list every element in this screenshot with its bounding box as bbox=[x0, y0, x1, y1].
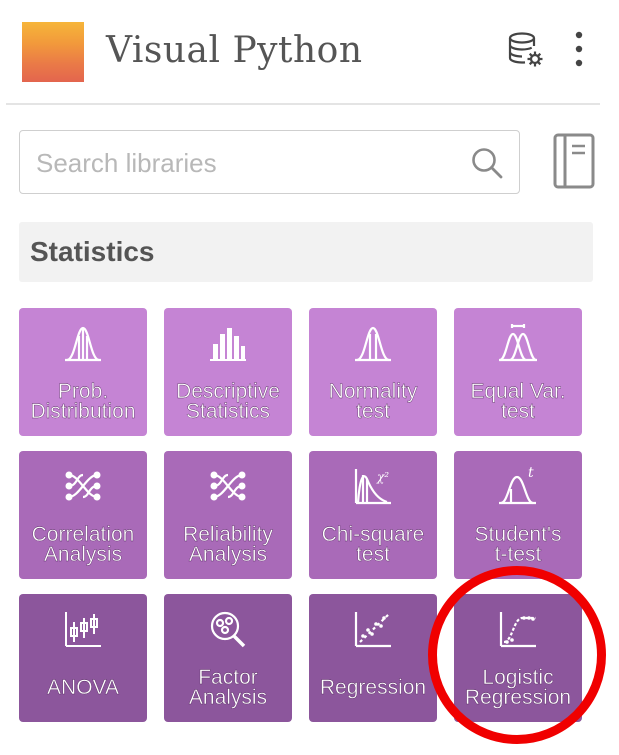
database-settings-icon[interactable] bbox=[505, 30, 545, 70]
header: Visual Python bbox=[0, 0, 619, 104]
tile-label: Correlation Analysis bbox=[31, 523, 135, 566]
search-icon[interactable] bbox=[469, 145, 505, 181]
more-vertical-icon[interactable] bbox=[571, 30, 587, 70]
header-divider bbox=[6, 103, 600, 105]
svg-text:t: t bbox=[528, 465, 534, 481]
logistic-curve-icon bbox=[499, 612, 536, 648]
tile-correlation-analysis[interactable]: Correlation Analysis bbox=[19, 451, 147, 579]
tile-label: Prob. Distribution bbox=[30, 380, 136, 423]
tile-factor-analysis[interactable]: Factor Analysis bbox=[164, 594, 292, 722]
tile-label: Normality test bbox=[328, 380, 418, 423]
tile-label: Student's t-test bbox=[474, 523, 562, 566]
overlapping-curves-icon bbox=[499, 324, 537, 362]
svg-text:χ²: χ² bbox=[376, 470, 389, 484]
tile-chi-square-test[interactable]: χ² Chi-square test bbox=[309, 451, 437, 579]
tile-reliability-analysis[interactable]: Reliability Analysis bbox=[164, 451, 292, 579]
section-header-statistics[interactable]: Statistics bbox=[19, 222, 593, 282]
tile-descriptive-statistics[interactable]: Descriptive Statistics bbox=[164, 308, 292, 436]
chi-square-icon: χ² bbox=[354, 469, 391, 505]
tile-label: Equal Var. test bbox=[470, 380, 566, 423]
tile-students-t-test[interactable]: t Student's t-test bbox=[454, 451, 582, 579]
tile-label: Descriptive Statistics bbox=[176, 380, 280, 423]
api-list-book-icon[interactable] bbox=[552, 132, 596, 190]
tile-label: Chi-square test bbox=[321, 523, 425, 566]
tile-prob-distribution[interactable]: Prob. Distribution bbox=[19, 308, 147, 436]
app-title: Visual Python bbox=[106, 30, 363, 71]
tile-label: Logistic Regression bbox=[464, 666, 572, 709]
histogram-icon bbox=[210, 328, 246, 361]
tile-logistic-regression[interactable]: Logistic Regression bbox=[454, 594, 582, 722]
boxplot-icon bbox=[65, 612, 101, 647]
t-distribution-icon: t bbox=[499, 465, 536, 505]
statistics-tile-grid: Prob. Distribution Descriptive Statistic… bbox=[19, 308, 582, 722]
tile-label: Reliability Analysis bbox=[183, 523, 273, 566]
tile-equal-var-test[interactable]: Equal Var. test bbox=[454, 308, 582, 436]
tile-label: Factor Analysis bbox=[188, 666, 268, 709]
normal-curve-icon bbox=[355, 326, 391, 362]
scatter-trend-icon bbox=[354, 612, 391, 648]
visual-python-logo bbox=[22, 22, 84, 82]
network-icon bbox=[65, 471, 101, 501]
tile-regression[interactable]: Regression bbox=[309, 594, 437, 722]
search-input[interactable] bbox=[34, 143, 458, 183]
tile-normality-test[interactable]: Normality test bbox=[309, 308, 437, 436]
search-box[interactable] bbox=[19, 130, 520, 194]
magnifier-cluster-icon bbox=[210, 611, 246, 648]
section-title: Statistics bbox=[30, 236, 155, 267]
network-icon bbox=[210, 471, 246, 501]
tile-anova[interactable]: ANOVA bbox=[19, 594, 147, 722]
tile-label: ANOVA bbox=[47, 676, 119, 699]
bell-curve-icon bbox=[65, 326, 101, 362]
tile-label: Regression bbox=[319, 676, 427, 699]
